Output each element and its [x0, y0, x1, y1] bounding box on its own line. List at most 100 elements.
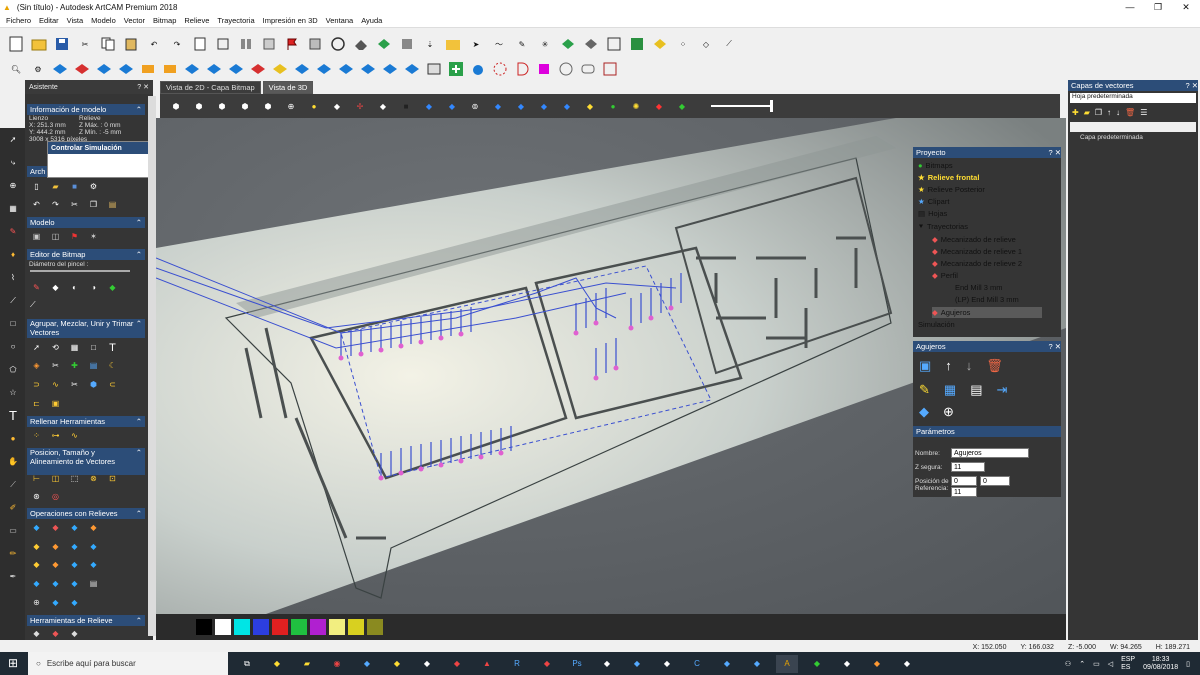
modelo-section-header[interactable]: Modelo ⌃	[27, 217, 145, 228]
weld-icon[interactable]: ◈	[30, 359, 43, 372]
tree-trayectorias[interactable]: ⯆ Trayectorias	[918, 221, 968, 232]
redo-icon[interactable]: ↷	[49, 198, 62, 211]
layer-up-icon[interactable]: ↑	[1107, 108, 1111, 117]
palette-color-blue[interactable]	[253, 619, 269, 635]
relief-blue10-icon[interactable]	[358, 59, 378, 79]
relief-view6-icon[interactable]: ◆	[580, 96, 600, 116]
palette-color-yellow[interactable]	[348, 619, 364, 635]
fill-shape-icon[interactable]: ⊶	[49, 429, 62, 442]
rectangle-icon[interactable]: □	[0, 312, 26, 335]
menu-vista[interactable]: Vista	[67, 16, 84, 25]
bitmap-a-icon[interactable]: ◐	[68, 281, 81, 294]
relief-blue4-icon[interactable]	[182, 59, 202, 79]
plus-icon[interactable]: ✚	[68, 359, 81, 372]
pos-y-input[interactable]	[980, 476, 1010, 486]
drop-icon[interactable]: ●	[0, 427, 26, 450]
pencil-icon[interactable]: ✎	[0, 220, 26, 243]
menu-bitmap[interactable]: Bitmap	[153, 16, 176, 25]
op-c-icon[interactable]: ◆	[68, 521, 81, 534]
crop-icon[interactable]	[213, 34, 233, 54]
light-bulb-icon[interactable]: ●	[304, 96, 324, 116]
mirror-icon[interactable]: ◫	[49, 230, 62, 243]
app-h-icon[interactable]: ◆	[596, 655, 618, 673]
align-icon[interactable]	[236, 34, 256, 54]
app-b-icon[interactable]: ◆	[356, 655, 378, 673]
rainbow-icon[interactable]: ◆	[672, 96, 692, 116]
file-explorer-icon[interactable]: ▰	[296, 655, 318, 673]
tree-mecanizado-relieve[interactable]: ◆ Mecanizado de relieve	[932, 234, 1016, 245]
op-g-icon[interactable]: ◆	[68, 540, 81, 553]
pencil-icon[interactable]: ✎	[30, 281, 43, 294]
star-icon[interactable]: ☆	[0, 381, 26, 404]
op-k-icon[interactable]: ◆	[68, 558, 81, 571]
vector-pen-icon[interactable]: ✎	[512, 34, 532, 54]
relief-slice-icon[interactable]	[581, 34, 601, 54]
tree-clipart[interactable]: ★ Clipart	[918, 196, 949, 207]
merge-icon[interactable]	[305, 34, 325, 54]
edit-icon[interactable]: ✎	[919, 382, 930, 398]
save-icon[interactable]: ■	[68, 180, 81, 193]
align-d-icon[interactable]: ⊗	[87, 472, 100, 485]
menu-impresion-3d[interactable]: Impresión en 3D	[263, 16, 318, 25]
app-n-icon[interactable]: ◆	[806, 655, 828, 673]
settings-icon[interactable]: ⚙	[87, 180, 100, 193]
block-icon[interactable]: ◆	[373, 96, 393, 116]
cube-front-icon[interactable]: ⬢	[189, 96, 209, 116]
app-i-icon[interactable]: ◆	[626, 655, 648, 673]
agrupar-section-header[interactable]: Agrupar, Mezclar, Unir y Trimar Vectores…	[27, 319, 145, 338]
fill-wave-icon[interactable]: ∿	[68, 429, 81, 442]
op-m-icon[interactable]: ◆	[30, 577, 43, 590]
image-icon[interactable]: ▣	[49, 397, 62, 410]
chisel-icon[interactable]: ✒	[0, 565, 26, 588]
new-file-icon[interactable]: ▯	[30, 180, 43, 193]
scissor-icon[interactable]: ✂	[68, 378, 81, 391]
relief-orange-icon[interactable]	[138, 59, 158, 79]
tree-relieve-frontal[interactable]: ★ Relieve frontal	[918, 172, 979, 183]
frame-icon[interactable]	[604, 34, 624, 54]
archivo-section-header[interactable]: Arch	[27, 166, 47, 177]
maximize-button[interactable]: ❐	[1144, 0, 1172, 14]
flag-icon[interactable]: ⚑	[68, 230, 81, 243]
cylinder-icon[interactable]: ■	[396, 96, 416, 116]
minimize-button[interactable]: —	[1116, 0, 1144, 14]
layer-delete-icon[interactable]: 🗑︎	[1125, 108, 1135, 117]
app-e-icon[interactable]: ◆	[446, 655, 468, 673]
menu-relieve[interactable]: Relieve	[184, 16, 209, 25]
op-i-icon[interactable]: ◆	[30, 558, 43, 571]
palette-color-green[interactable]	[291, 619, 307, 635]
app-d-icon[interactable]: ◆	[416, 655, 438, 673]
cut-icon[interactable]: ✂	[75, 34, 95, 54]
vector-arrow-icon[interactable]: ➤	[466, 34, 486, 54]
tab-2d-bitmap[interactable]: Vista de 2D - Capa Bitmap	[160, 81, 261, 94]
palette-color-black[interactable]	[196, 619, 212, 635]
simulate-icon[interactable]: ◆	[919, 404, 929, 420]
snowflake-icon[interactable]: ✳	[535, 34, 555, 54]
relief-stack-icon[interactable]	[397, 34, 417, 54]
herramientas-section-header[interactable]: Herramientas de Relieve ⌃	[27, 615, 145, 626]
axes-icon[interactable]: ✢	[350, 96, 370, 116]
star-tool-icon[interactable]: ✶	[87, 230, 100, 243]
menu-vector[interactable]: Vector	[124, 16, 145, 25]
palette-color-olive[interactable]	[367, 619, 383, 635]
fill-pattern-icon[interactable]: ⁘	[30, 429, 43, 442]
relief-red2-icon[interactable]	[248, 59, 268, 79]
op-n-icon[interactable]: ◆	[49, 577, 62, 590]
relief-blue11-icon[interactable]	[380, 59, 400, 79]
op-f-icon[interactable]: ◆	[49, 540, 62, 553]
app-o-icon[interactable]: ◆	[836, 655, 858, 673]
text-icon[interactable]: T	[106, 341, 119, 354]
flag-icon[interactable]	[282, 34, 302, 54]
link-icon[interactable]: ⊚	[465, 96, 485, 116]
document-icon[interactable]	[190, 34, 210, 54]
pointer-icon[interactable]: ➚	[30, 341, 43, 354]
transparency-slider[interactable]	[711, 100, 773, 112]
arrow-up-icon[interactable]: ↑	[945, 358, 952, 374]
select-box-icon[interactable]	[534, 59, 554, 79]
task-view-icon[interactable]: ⧉	[236, 655, 258, 673]
app-m-icon[interactable]: ◆	[746, 655, 768, 673]
text-icon[interactable]: T	[0, 404, 26, 427]
export-icon[interactable]: ⇥	[997, 382, 1008, 398]
undo-icon[interactable]: ↶	[30, 198, 43, 211]
smudge-icon[interactable]: ✋	[0, 450, 26, 473]
tab-3d[interactable]: Vista de 3D	[262, 81, 314, 94]
